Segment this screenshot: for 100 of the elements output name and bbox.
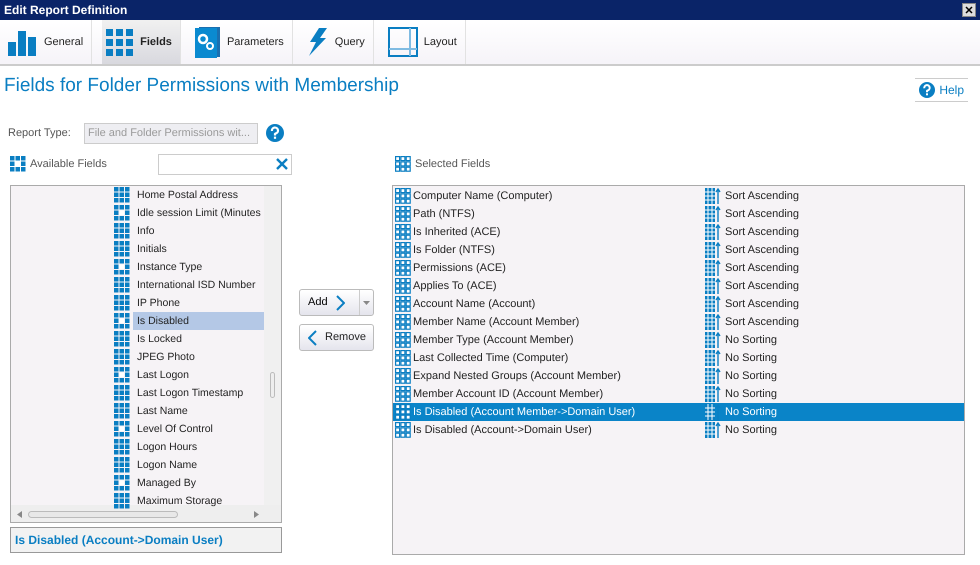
field-name: Is Disabled (Account->Domain User) [413, 422, 593, 438]
toolbar-tab[interactable]: General [4, 20, 92, 64]
field-name: Path (NTFS) [413, 206, 476, 222]
sort-order: No Sorting [725, 404, 777, 420]
field-item[interactable]: JPEG Photo [133, 348, 264, 366]
field-icon [395, 296, 411, 312]
sort-icon [705, 278, 721, 294]
field-icon [395, 206, 411, 222]
selected-field-row[interactable]: Permissions (ACE) Sort Ascending [393, 259, 964, 277]
close-button[interactable] [962, 3, 976, 17]
sort-order: No Sorting [725, 422, 777, 438]
layout-icon [388, 27, 418, 57]
gears-book-icon [194, 26, 221, 58]
toolbar-tab[interactable]: Fields [102, 20, 181, 64]
selected-field-row[interactable]: Member Name (Account Member) Sort Ascending [393, 313, 964, 331]
caret-icon [362, 300, 370, 304]
field-item[interactable]: Maximum Storage [133, 492, 264, 510]
selected-field-row[interactable]: Computer Name (Computer) Sort Ascending [393, 187, 964, 205]
field-icon [114, 331, 130, 347]
toolbar-tab[interactable]: Layout [384, 20, 466, 64]
field-item[interactable]: Info [133, 222, 264, 240]
search-field[interactable] [158, 154, 292, 174]
sort-order: Sort Ascending [725, 278, 799, 294]
field-icon [114, 349, 130, 365]
field-icon [114, 403, 130, 419]
selected-field-row[interactable]: Is Disabled (Account Member->Domain User) No Sorting [393, 403, 964, 421]
field-icon [114, 367, 130, 383]
help-button[interactable]: Help [915, 78, 968, 102]
sort-order: Sort Ascending [725, 260, 799, 276]
field-icon [395, 314, 411, 330]
bar-chart-icon [8, 28, 38, 56]
field-icon [114, 259, 130, 275]
field-name: Last Collected Time (Computer) [413, 350, 570, 366]
selected-field-row[interactable]: Path (NTFS) Sort Ascending [393, 205, 964, 223]
sort-icon [705, 314, 721, 330]
field-icon [114, 421, 130, 437]
selected-field-row[interactable]: Is Disabled (Account->Domain User) No Sorting [393, 421, 964, 439]
scroll-left-icon[interactable] [17, 510, 22, 518]
selected-field-row[interactable]: Expand Nested Groups (Account Member) No Sorting [393, 367, 964, 385]
horizontal-scrollbar[interactable] [11, 505, 281, 522]
dropdown-arrow-button[interactable] [358, 290, 373, 315]
report-type-field: File and Folder Permissions wit... [84, 122, 258, 144]
field-item[interactable]: Initials [133, 240, 264, 258]
scroll-right-icon[interactable] [254, 510, 259, 518]
selected-field-row[interactable]: Last Collected Time (Computer) No Sorting [393, 349, 964, 367]
field-item[interactable]: Is Disabled [133, 312, 264, 330]
field-icon [114, 277, 130, 293]
selected-field-row[interactable]: Member Account ID (Account Member) No Sorting [393, 385, 964, 403]
sort-order: No Sorting [725, 332, 777, 348]
field-item[interactable]: Managed By [133, 474, 264, 492]
sort-order: No Sorting [725, 368, 777, 384]
chevron-right-icon [336, 294, 345, 310]
close-icon [965, 6, 973, 14]
help-icon[interactable] [266, 124, 284, 142]
remove-button[interactable]: Remove [299, 324, 374, 351]
field-name: Member Name (Account Member) [413, 314, 580, 330]
selected-field-row[interactable]: Is Inherited (ACE) Sort Ascending [393, 223, 964, 241]
sort-icon [705, 224, 721, 240]
field-icon [114, 385, 130, 401]
field-item[interactable]: Idle session Limit (Minutes [133, 204, 264, 222]
field-name: Permissions (ACE) [413, 260, 507, 276]
field-name: Is Disabled (Account Member->Domain User) [413, 404, 636, 420]
field-item[interactable]: Last Logon Timestamp [133, 384, 264, 402]
toolbar-tab[interactable]: Query [302, 20, 374, 64]
sort-icon [705, 350, 721, 366]
field-icon [114, 475, 130, 491]
selected-field-row[interactable]: Account Name (Account) Sort Ascending [393, 295, 964, 313]
field-icon [114, 223, 130, 239]
toolbar-tab[interactable]: Parameters [190, 20, 293, 64]
field-item[interactable]: Home Postal Address [133, 186, 264, 204]
sort-order: No Sorting [725, 386, 777, 402]
field-description-title: Is Disabled (Account->Domain User) [10, 527, 282, 553]
sort-icon [705, 242, 721, 258]
field-icon [114, 205, 130, 221]
vertical-scrollbar[interactable] [264, 186, 281, 505]
field-item[interactable]: Is Locked [133, 330, 264, 348]
sort-icon [705, 386, 721, 402]
sort-order: Sort Ascending [725, 188, 799, 204]
selected-field-row[interactable]: Is Folder (NTFS) Sort Ascending [393, 241, 964, 259]
field-icon [395, 422, 411, 438]
field-item[interactable]: International ISD Number [133, 276, 264, 294]
field-icon [395, 188, 411, 204]
window-title: Edit Report Definition [4, 2, 128, 19]
field-item[interactable]: Logon Hours [133, 438, 264, 456]
help-icon [919, 82, 936, 98]
field-item[interactable]: Logon Name [133, 456, 264, 474]
field-icon [114, 439, 130, 455]
clear-icon[interactable] [276, 158, 288, 170]
field-item[interactable]: Last Logon [133, 366, 264, 384]
field-name: Member Account ID (Account Member) [413, 386, 604, 402]
field-item[interactable]: Instance Type [133, 258, 264, 276]
field-item[interactable]: Last Name [133, 402, 264, 420]
selected-field-row[interactable]: Member Type (Account Member) No Sorting [393, 331, 964, 349]
sort-icon [705, 404, 721, 420]
field-name: Computer Name (Computer) [413, 188, 554, 204]
field-item[interactable]: Level Of Control [133, 420, 264, 438]
field-name: Expand Nested Groups (Account Member) [413, 368, 622, 384]
selected-field-row[interactable]: Applies To (ACE) Sort Ascending [393, 277, 964, 295]
field-item[interactable]: IP Phone [133, 294, 264, 312]
field-icon [395, 242, 411, 258]
